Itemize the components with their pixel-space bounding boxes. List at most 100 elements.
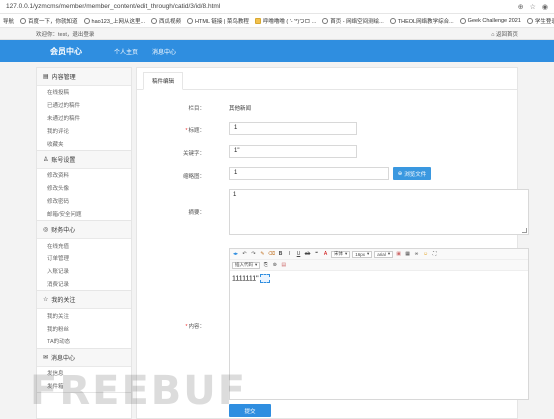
sidebar-item[interactable]: 未通过的稿件 bbox=[37, 112, 131, 125]
sidebar-item[interactable]: 在线投稿 bbox=[37, 86, 131, 99]
sidebar-item[interactable]: 已通过的稿件 bbox=[37, 99, 131, 112]
style-select[interactable]: arial ▾ bbox=[374, 250, 394, 258]
bookmark-item[interactable]: HTML 链接 | 菜鸟教程 bbox=[187, 17, 249, 25]
bookmark-label: 导航 bbox=[3, 18, 15, 25]
font-size-select[interactable]: 16px ▾ bbox=[352, 250, 373, 258]
keywords-label: 关键字： bbox=[182, 151, 205, 157]
sidebar-item[interactable]: 收藏夹 bbox=[37, 137, 131, 150]
sidebar-section-label: 内容管理 bbox=[51, 75, 76, 81]
sidebar-section-label: 财务中心 bbox=[51, 228, 76, 235]
bookmark-item[interactable]: 导航 bbox=[3, 17, 14, 25]
sidebar-item[interactable]: 修改头像 bbox=[37, 182, 131, 195]
site-top-strip: 欢迎你：test，退出登录 ⌂ 返回首页 bbox=[0, 28, 554, 40]
sidebar-item[interactable]: 消费记录 bbox=[37, 278, 131, 291]
italic-icon[interactable]: I bbox=[286, 251, 293, 258]
chevron-down-icon: ▾ bbox=[367, 251, 370, 256]
profile-icon[interactable]: ◉ bbox=[542, 3, 548, 11]
bookmark-item[interactable]: 首页 - 网络空间测绘... bbox=[322, 17, 384, 25]
sidebar-section-title[interactable]: ▤ 内容管理 bbox=[37, 68, 131, 86]
title-input[interactable]: 1 bbox=[229, 122, 357, 135]
sidebar: ▤ 内容管理 在线投稿 已通过的稿件 未通过的稿件 我的评论 收藏夹 ♙ 账号设置 修改资料 修改头… bbox=[36, 67, 132, 419]
sidebar-item[interactable]: 我的评论 bbox=[37, 124, 131, 137]
tab-bar: 稿件编辑 bbox=[137, 68, 517, 90]
sidebar-section-title[interactable]: ♙ 账号设置 bbox=[37, 150, 131, 169]
sidebar-item[interactable]: 修改资料 bbox=[37, 169, 131, 182]
attachment-icon[interactable]: ⎘ bbox=[262, 262, 269, 269]
rich-text-editor[interactable]: ◂▸ ↶ ↷ ✎ ⌫ B I U ab ❝ A 宋体 ▾ 16px ▾ arial ▾… bbox=[229, 248, 529, 400]
user-icon: ♙ bbox=[43, 156, 49, 163]
bookmark-item[interactable]: Geek Challenge 2021 bbox=[459, 17, 521, 24]
fullscreen-icon[interactable]: ⛶ bbox=[431, 251, 438, 258]
url-text[interactable]: 127.0.0.1/yzmcms/member/member_content/e… bbox=[6, 3, 518, 10]
brand-title[interactable]: 会员中心 bbox=[36, 46, 96, 57]
sidebar-section-title[interactable]: ✉ 消息中心 bbox=[37, 348, 131, 367]
sidebar-item[interactable]: 我的粉丝 bbox=[37, 322, 131, 335]
insert-code-select[interactable]: 插入代码 ▾ bbox=[232, 261, 261, 269]
bookmark-item[interactable]: 呼噜噜噜 ( '- '*)つロ ... bbox=[254, 17, 317, 25]
sidebar-item[interactable]: 订单管理 bbox=[37, 252, 131, 265]
template-icon[interactable]: ▤ bbox=[280, 262, 287, 269]
globe-icon bbox=[459, 17, 466, 24]
source-icon[interactable]: ◂▸ bbox=[232, 251, 239, 258]
description-label: 摘要： bbox=[188, 210, 205, 216]
bookmark-item[interactable]: 西瓜视频 bbox=[151, 17, 181, 25]
chevron-down-icon: ▾ bbox=[255, 262, 258, 267]
description-textarea[interactable]: 1 bbox=[229, 189, 529, 235]
map-icon[interactable]: ⊚ bbox=[271, 262, 278, 269]
format-painter-icon[interactable]: ✎ bbox=[259, 251, 266, 258]
upload-icon: ⊕ bbox=[397, 170, 403, 177]
address-bar[interactable]: 127.0.0.1/yzmcms/member/member_content/e… bbox=[0, 0, 554, 14]
thumbnail-input[interactable]: 1 bbox=[229, 167, 389, 180]
emoticon-icon[interactable]: ☺ bbox=[422, 251, 429, 258]
nav-message-center[interactable]: 消息中心 bbox=[152, 47, 176, 56]
sidebar-section: ◎ 财务中心 在线充值 订单管理 入账记录 消费记录 bbox=[37, 221, 131, 292]
chevron-down-icon: ▾ bbox=[387, 251, 391, 256]
sidebar-section-title[interactable]: ☆ 我的关注 bbox=[37, 291, 131, 310]
bookmark-star-icon[interactable]: ☆ bbox=[530, 3, 536, 11]
bold-icon[interactable]: B bbox=[277, 251, 284, 258]
strikethrough-icon[interactable]: ab bbox=[304, 251, 311, 258]
bookmark-item[interactable]: 百度一下，你就知道 bbox=[20, 17, 78, 25]
bookmark-label: HTML 链接 | 菜鸟教程 bbox=[195, 18, 249, 25]
content-label: *内容： bbox=[185, 324, 205, 330]
underline-icon[interactable]: U bbox=[295, 251, 302, 258]
keywords-input[interactable]: 1" bbox=[229, 145, 357, 158]
sidebar-item[interactable]: 在线充值 bbox=[37, 239, 131, 252]
selection-box[interactable] bbox=[259, 274, 270, 283]
resize-grip-icon[interactable] bbox=[522, 228, 527, 233]
nav-personal-home[interactable]: 个人主页 bbox=[114, 47, 138, 56]
sidebar-item[interactable]: 入账记录 bbox=[37, 265, 131, 278]
sidebar-item[interactable]: 邮箱/安全问题 bbox=[37, 207, 131, 220]
image-icon[interactable]: ▣ bbox=[395, 251, 402, 258]
sidebar-item[interactable]: 修改密码 bbox=[37, 195, 131, 208]
wallet-icon: ◎ bbox=[43, 227, 49, 234]
sidebar-section: ♙ 账号设置 修改资料 修改头像 修改密码 邮箱/安全问题 bbox=[37, 150, 131, 222]
quote-icon[interactable]: ❝ bbox=[313, 251, 320, 258]
home-link[interactable]: ⌂ 返回首页 bbox=[491, 30, 518, 38]
sidebar-section: ☆ 我的关注 我的关注 我的粉丝 TA的动态 bbox=[37, 291, 131, 349]
link-icon[interactable]: ∞ bbox=[413, 251, 420, 258]
sidebar-section-title[interactable]: ◎ 财务中心 bbox=[37, 221, 131, 240]
editor-body[interactable]: 1111111" bbox=[230, 271, 528, 286]
sidebar-item[interactable]: 我的关注 bbox=[37, 309, 131, 322]
browse-file-button[interactable]: ⊕ 浏览文件 bbox=[393, 167, 431, 180]
sidebar-item[interactable]: TA的动态 bbox=[37, 335, 131, 348]
bookmark-item[interactable]: hao123_上网从这里... bbox=[83, 17, 145, 25]
clear-format-icon[interactable]: ⌫ bbox=[268, 251, 275, 258]
bookmark-item[interactable]: 学生登录 bbox=[526, 17, 554, 25]
redo-icon[interactable]: ↷ bbox=[250, 251, 257, 258]
zoom-icon[interactable]: ⊕ bbox=[518, 3, 524, 11]
tab-edit-article[interactable]: 稿件编辑 bbox=[143, 72, 184, 90]
browser-actions: ⊕ ☆ ◉ bbox=[518, 3, 548, 11]
table-icon[interactable]: ▦ bbox=[404, 251, 411, 258]
welcome-text[interactable]: 欢迎你：test，退出登录 bbox=[36, 30, 94, 38]
bookmark-label: 呼噜噜噜 ( '- '*)つロ ... bbox=[262, 18, 317, 25]
font-family-select[interactable]: 宋体 ▾ bbox=[331, 250, 351, 258]
bookmark-label: 首页 - 网络空间测绘... bbox=[330, 18, 384, 25]
site-header: 会员中心 个人主页 消息中心 bbox=[0, 40, 554, 62]
editor-toolbar-row1: ◂▸ ↶ ↷ ✎ ⌫ B I U ab ❝ A 宋体 ▾ 16px ▾ arial ▾… bbox=[230, 249, 528, 260]
font-color-icon[interactable]: A bbox=[322, 251, 329, 258]
bookmark-item[interactable]: THEOL网络教学综合... bbox=[389, 17, 454, 25]
undo-icon[interactable]: ↶ bbox=[241, 251, 248, 258]
sidebar-section-label: 账号设置 bbox=[51, 157, 76, 164]
